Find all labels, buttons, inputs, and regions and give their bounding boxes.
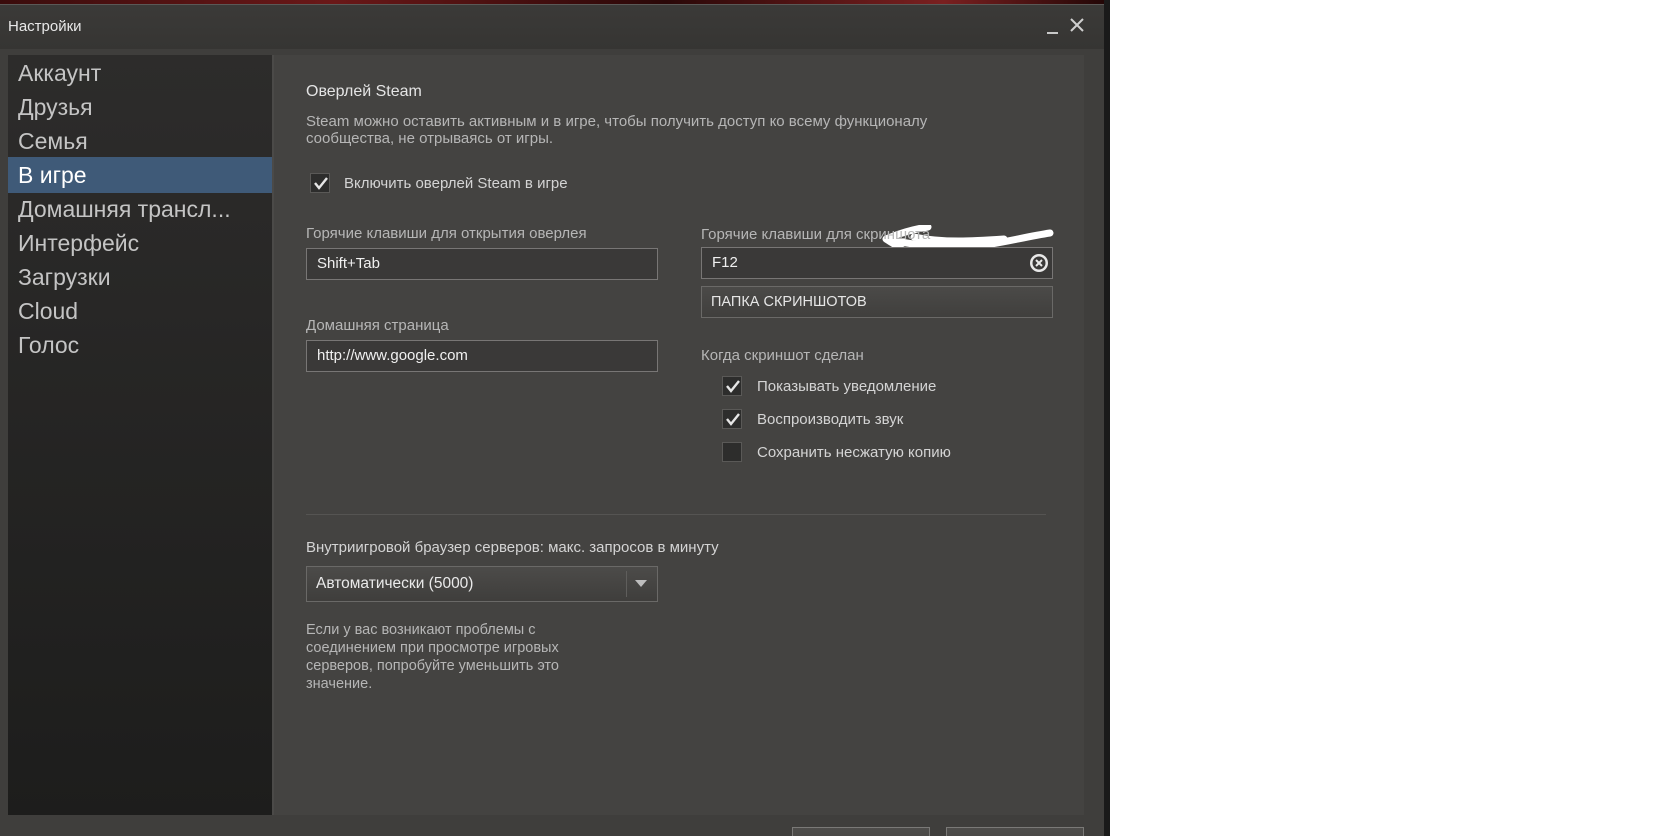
overlay-description-line2: сообщества, не отрываясь от игры. xyxy=(306,130,554,147)
clear-hotkey-icon[interactable] xyxy=(1029,253,1049,273)
homepage-label: Домашняя страница xyxy=(306,317,449,334)
sidebar-item-friends[interactable]: Друзья xyxy=(8,89,272,125)
checkmark-icon xyxy=(314,177,328,190)
screenshot-taken-label: Когда скриншот сделан xyxy=(701,347,864,364)
cancel-button[interactable] xyxy=(946,827,1084,836)
server-help-line4: значение. xyxy=(306,676,373,692)
ok-button[interactable] xyxy=(792,827,930,836)
sidebar-item-interface[interactable]: Интерфейс xyxy=(8,225,272,261)
server-browser-label: Внутриигровой браузер серверов: макс. за… xyxy=(306,539,719,556)
window-title: Настройки xyxy=(8,18,82,35)
minimize-icon[interactable] xyxy=(1044,17,1062,35)
sidebar-item-in-game[interactable]: В игре xyxy=(8,157,272,193)
save-uncompressed-label[interactable]: Сохранить несжатую копию xyxy=(757,444,951,461)
overlay-hotkey-label: Горячие клавиши для открытия оверлея xyxy=(306,225,587,242)
screenshot-hotkey-value: F12 xyxy=(712,254,738,271)
show-notification-label[interactable]: Показывать уведомление xyxy=(757,378,936,395)
sidebar-item-voice[interactable]: Голос xyxy=(8,327,272,363)
server-help-line3: серверов, попробуйте уменьшить это xyxy=(306,658,559,674)
chevron-down-icon xyxy=(635,580,647,587)
screenshot-hotkey-label: Горячие клавиши для скриншота xyxy=(701,226,931,243)
checkmark-icon xyxy=(726,380,740,393)
server-requests-select[interactable]: Автоматически (5000) xyxy=(306,566,658,602)
sidebar-item-downloads[interactable]: Загрузки xyxy=(8,259,272,295)
screenshot-hotkey-input[interactable]: F12 xyxy=(701,247,1053,279)
close-icon[interactable] xyxy=(1067,15,1087,35)
title-bar[interactable]: Настройки xyxy=(0,5,1104,49)
sidebar-item-account[interactable]: Аккаунт xyxy=(8,55,272,91)
select-separator xyxy=(626,571,627,597)
show-notification-checkbox[interactable] xyxy=(722,376,742,396)
play-sound-checkbox[interactable] xyxy=(722,409,742,429)
server-help-line1: Если у вас возникают проблемы с xyxy=(306,622,536,638)
sidebar-item-remote-play[interactable]: Домашняя трансл... xyxy=(8,191,272,227)
overlay-description-line1: Steam можно оставить активным и в игре, … xyxy=(306,113,928,130)
homepage-input[interactable]: http://www.google.com xyxy=(306,340,658,372)
checkmark-icon xyxy=(726,413,740,426)
enable-overlay-checkbox[interactable] xyxy=(310,173,330,193)
window-right-edge xyxy=(1104,0,1110,836)
sidebar-item-cloud[interactable]: Cloud xyxy=(8,293,272,329)
server-help-line2: соединением при просмотре игровых xyxy=(306,640,559,656)
settings-content: Оверлей Steam Steam можно оставить актив… xyxy=(274,55,1084,815)
screenshot-stage: Настройки Аккаунт Друзья Семья В игре До… xyxy=(0,0,1670,836)
play-sound-label[interactable]: Воспроизводить звук xyxy=(757,411,903,428)
server-requests-value: Автоматически (5000) xyxy=(316,575,474,592)
settings-sidebar: Аккаунт Друзья Семья В игре Домашняя тра… xyxy=(8,55,274,815)
sidebar-item-family[interactable]: Семья xyxy=(8,123,272,159)
screenshot-folder-button[interactable]: ПАПКА СКРИНШОТОВ xyxy=(701,286,1053,318)
section-divider xyxy=(306,514,1046,515)
settings-window: Настройки Аккаунт Друзья Семья В игре До… xyxy=(0,4,1104,836)
enable-overlay-label[interactable]: Включить оверлей Steam в игре xyxy=(344,175,568,192)
overlay-hotkey-input[interactable]: Shift+Tab xyxy=(306,248,658,280)
overlay-heading: Оверлей Steam xyxy=(306,83,422,100)
save-uncompressed-checkbox[interactable] xyxy=(722,442,742,462)
